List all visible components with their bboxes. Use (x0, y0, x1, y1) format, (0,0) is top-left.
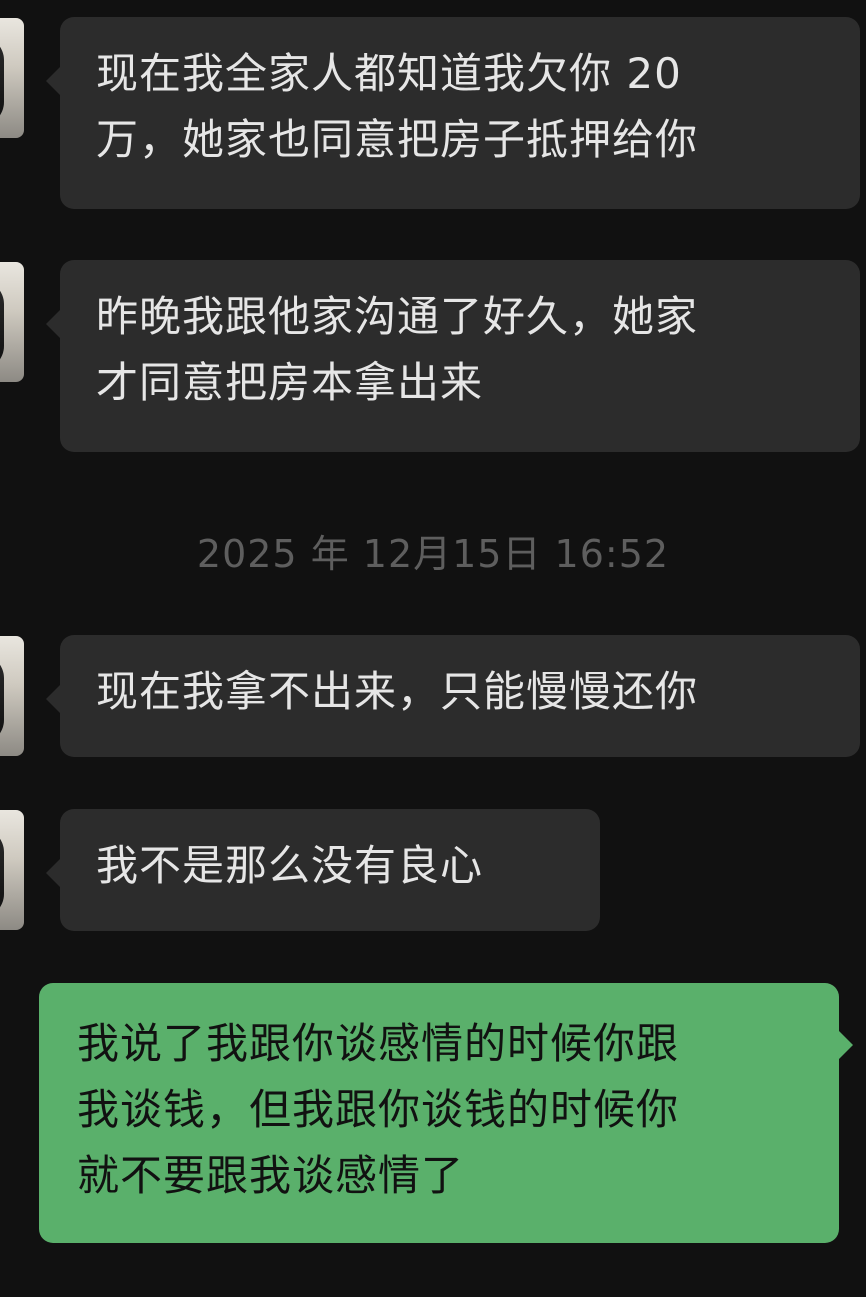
message-text-line: 我谈钱，但我跟你谈钱的时候你 (77, 1085, 680, 1134)
message-text-line: 现在我全家人都知道我欠你 20 (96, 49, 682, 98)
incoming-message-bubble[interactable]: 现在我全家人都知道我欠你 20 万，她家也同意把房子抵押给你 (46, 17, 860, 209)
message-text-line: 才同意把房本拿出来 (96, 358, 484, 407)
incoming-message-bubble[interactable]: 昨晚我跟他家沟通了好久，她家 才同意把房本拿出来 (46, 260, 860, 452)
avatar-image (0, 654, 4, 744)
message-text-line: 就不要跟我谈感情了 (77, 1151, 465, 1200)
contact-avatar[interactable] (0, 262, 24, 382)
message-text-line: 我说了我跟你谈感情的时候你跟 (77, 1019, 680, 1068)
message-text-line: 万，她家也同意把房子抵押给你 (96, 115, 699, 164)
incoming-message-bubble[interactable]: 我不是那么没有良心 (46, 809, 600, 931)
message-text-line: 现在我拿不出来，只能慢慢还你 (96, 667, 699, 716)
avatar-image (0, 36, 4, 126)
avatar-image (0, 828, 4, 918)
message-text-line: 昨晚我跟他家沟通了好久，她家 (96, 292, 699, 341)
avatar-image (0, 280, 4, 370)
contact-avatar[interactable] (0, 636, 24, 756)
message-timestamp: 2025 年 12月15日 16:52 (196, 532, 670, 576)
message-text-line: 我不是那么没有良心 (96, 841, 484, 890)
contact-avatar[interactable] (0, 810, 24, 930)
incoming-message-bubble[interactable]: 现在我拿不出来，只能慢慢还你 (46, 635, 860, 757)
outgoing-message-bubble[interactable]: 我说了我跟你谈感情的时候你跟 我谈钱，但我跟你谈钱的时候你 就不要跟我谈感情了 (39, 983, 853, 1243)
contact-avatar[interactable] (0, 18, 24, 138)
